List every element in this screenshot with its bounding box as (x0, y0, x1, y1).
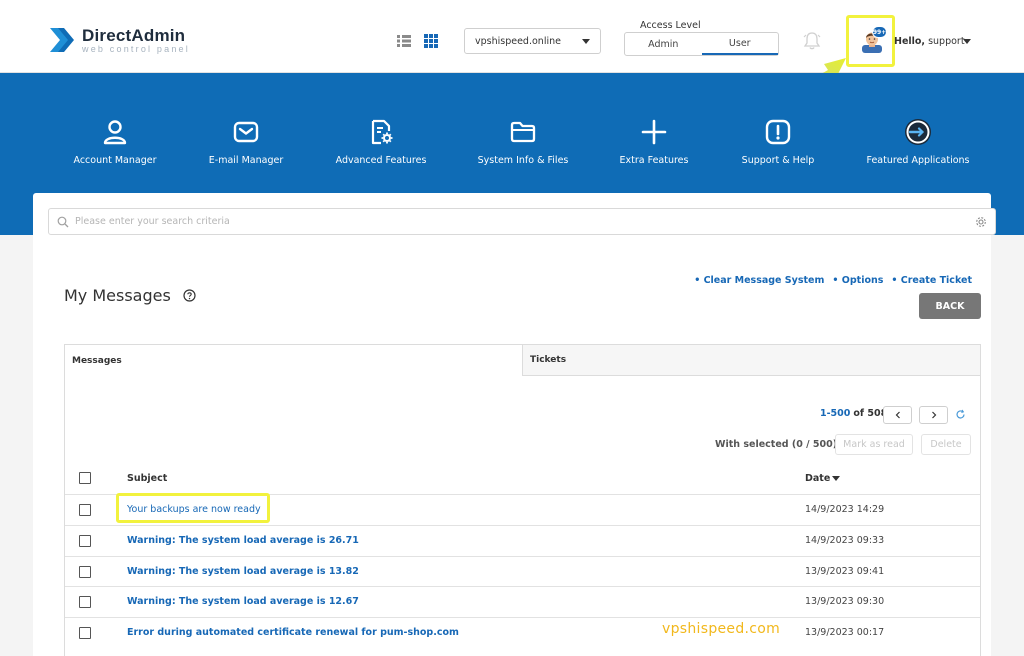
row-checkbox[interactable] (79, 535, 91, 547)
nav-featured-applications[interactable]: Featured Applications (866, 118, 970, 174)
table-row[interactable]: Warning: The system load average is 26.7… (65, 525, 980, 556)
list-view-icon[interactable] (397, 34, 411, 48)
nav-extra-features[interactable]: Extra Features (620, 118, 688, 174)
nav-system-info-files[interactable]: System Info & Files (477, 118, 569, 174)
page-title: My Messages (64, 286, 171, 305)
nav-account-manager[interactable]: Account Manager (73, 118, 157, 174)
message-subject-link[interactable]: Warning: The system load average is 13.8… (127, 566, 359, 577)
tab-messages[interactable]: Messages (65, 345, 523, 376)
user-greeting[interactable]: Hello, support (894, 36, 965, 47)
domain-select[interactable]: vpshispeed.online (464, 28, 601, 54)
nav-label: Account Manager (73, 155, 157, 166)
access-level-label: Access Level (640, 20, 701, 31)
document-gear-icon (371, 119, 393, 145)
notification-badge: 99+ (872, 26, 887, 38)
message-subject-link[interactable]: Error during automated certificate renew… (127, 627, 459, 638)
nav-email-manager[interactable]: E-mail Manager (209, 118, 283, 174)
grid-view-icon[interactable] (424, 34, 438, 48)
nav-label: Support & Help (741, 155, 815, 166)
nav-label: System Info & Files (477, 155, 569, 166)
chevron-left-icon (895, 411, 900, 419)
folder-icon (510, 121, 536, 143)
brand-tagline: web control panel (82, 43, 190, 54)
next-page-button[interactable] (919, 406, 948, 424)
sort-desc-icon (832, 476, 841, 481)
search-input[interactable]: Please enter your search criteria (75, 216, 975, 227)
access-level-admin[interactable]: Admin (625, 33, 702, 55)
bell-icon[interactable] (803, 31, 821, 51)
help-icon[interactable] (183, 289, 196, 302)
directadmin-logo-icon (50, 28, 74, 52)
logo[interactable]: DirectAdmin web control panel (48, 24, 190, 56)
select-all-checkbox[interactable] (79, 472, 91, 484)
message-subject-link[interactable]: Warning: The system load average is 26.7… (127, 535, 359, 546)
table-row[interactable]: Error during automated certificate renew… (65, 617, 980, 656)
message-date: 13/9/2023 09:41 (805, 566, 885, 577)
greeting-text: Hello, (894, 36, 926, 47)
message-date: 13/9/2023 00:17 (805, 627, 885, 638)
with-selected-label: With selected (0 / 500): (715, 439, 841, 450)
top-header: DirectAdmin web control panel vpshispeed… (0, 0, 1024, 73)
avatar-highlight[interactable]: 99+ (846, 15, 895, 67)
search-bar[interactable]: Please enter your search criteria (48, 208, 996, 235)
watermark: vpshispeed.com (662, 621, 781, 637)
clear-message-system-link[interactable]: • Clear Message System (694, 275, 824, 286)
access-level-user[interactable]: User (701, 33, 778, 55)
alert-icon (765, 119, 791, 145)
pagination-range[interactable]: 1-500 (820, 408, 850, 419)
subject-column-header[interactable]: Subject (127, 473, 167, 484)
nav-label: E-mail Manager (208, 155, 284, 166)
mark-as-read-button[interactable]: Mark as read (835, 434, 913, 455)
date-column-header[interactable]: Date (805, 473, 841, 484)
user-icon (103, 120, 127, 145)
refresh-icon[interactable] (955, 409, 966, 420)
domain-select-value: vpshispeed.online (475, 35, 561, 47)
chevron-right-icon (931, 411, 936, 419)
prev-page-button[interactable] (883, 406, 912, 424)
date-header-label: Date (805, 473, 831, 484)
nav-label: Extra Features (619, 155, 689, 166)
search-icon (57, 216, 69, 227)
message-date: 14/9/2023 14:29 (805, 504, 885, 515)
message-subject-link[interactable]: Warning: The system load average is 12.6… (127, 596, 359, 607)
options-link[interactable]: • Options (832, 275, 883, 286)
envelope-icon (233, 121, 259, 143)
table-row[interactable]: Warning: The system load average is 12.6… (65, 586, 980, 617)
pagination-info: 1-500 of 508 (820, 408, 887, 419)
username: support (928, 36, 965, 47)
page-action-links: • Clear Message System • Options • Creat… (694, 275, 972, 286)
nav-support-help[interactable]: Support & Help (742, 118, 814, 174)
table-row[interactable]: Warning: The system load average is 13.8… (65, 556, 980, 587)
app-icon (905, 119, 931, 145)
tab-tickets[interactable]: Tickets (523, 345, 980, 375)
access-level-switch: Admin User (624, 32, 779, 56)
tabs: Messages Tickets (65, 345, 980, 376)
nav-advanced-features[interactable]: Advanced Features (335, 118, 427, 174)
create-ticket-link[interactable]: • Create Ticket (891, 275, 972, 286)
back-button[interactable]: BACK (919, 293, 981, 319)
chevron-down-icon (582, 38, 590, 44)
row-checkbox[interactable] (79, 504, 91, 516)
row-checkbox[interactable] (79, 566, 91, 578)
row-checkbox[interactable] (79, 596, 91, 608)
row-highlight-annotation (116, 493, 270, 523)
gear-icon[interactable] (975, 216, 987, 228)
row-checkbox[interactable] (79, 627, 91, 639)
user-menu-chevron-down-icon[interactable] (963, 39, 971, 44)
message-date: 14/9/2023 09:33 (805, 535, 885, 546)
brand-name: DirectAdmin (82, 25, 186, 45)
nav-label: Featured Applications (866, 155, 970, 166)
message-date: 13/9/2023 09:30 (805, 596, 885, 607)
page-title-wrap: My Messages (64, 286, 196, 305)
nav-label: Advanced Features (335, 155, 427, 166)
plus-icon (641, 119, 667, 145)
delete-button[interactable]: Delete (921, 434, 971, 455)
